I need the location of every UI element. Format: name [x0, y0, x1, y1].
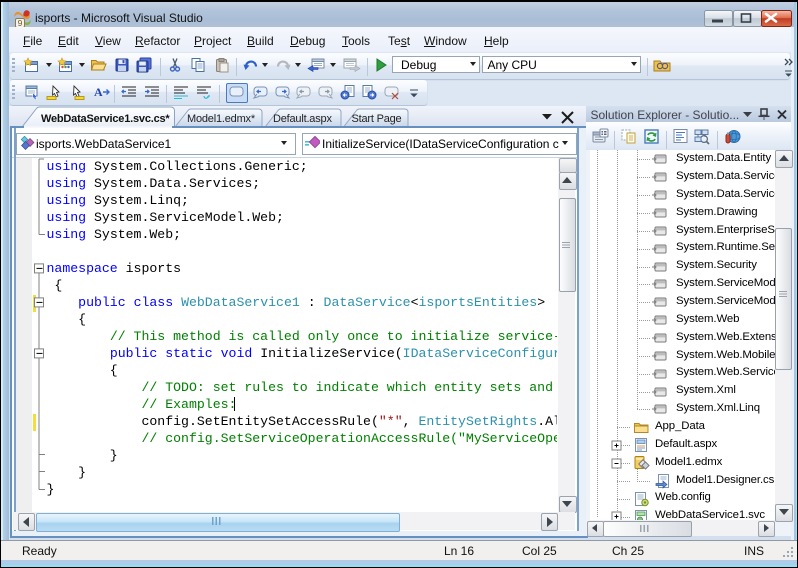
svg-text:A: A — [94, 85, 103, 99]
